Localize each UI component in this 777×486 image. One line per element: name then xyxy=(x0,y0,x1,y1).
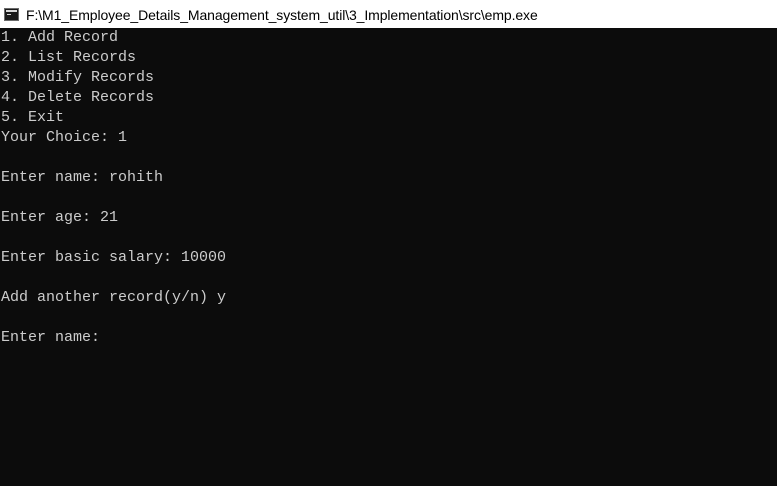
console-app-icon[interactable] xyxy=(4,8,19,21)
console-window: F:\M1_Employee_Details_Management_system… xyxy=(0,0,777,486)
menu-item-exit: 5. Exit xyxy=(1,109,65,126)
age-prompt-line: Enter age: 21 xyxy=(1,209,119,226)
window-title: F:\M1_Employee_Details_Management_system… xyxy=(26,6,538,23)
active-input-prompt-line[interactable]: Enter name: xyxy=(1,328,109,348)
menu-item-add-record: 1. Add Record xyxy=(1,29,119,46)
console-output[interactable]: 1. Add Record 2. List Records 3. Modify … xyxy=(0,28,777,486)
menu-item-delete-records: 4. Delete Records xyxy=(1,89,155,106)
name-prompt-line: Enter name: rohith xyxy=(1,169,164,186)
add-another-prompt-line: Add another record(y/n) y xyxy=(1,289,227,306)
salary-prompt-line: Enter basic salary: 10000 xyxy=(1,249,227,266)
title-bar[interactable]: F:\M1_Employee_Details_Management_system… xyxy=(0,0,777,29)
choice-prompt-line: Your Choice: 1 xyxy=(1,129,128,146)
menu-item-list-records: 2. List Records xyxy=(1,49,137,66)
menu-item-modify-records: 3. Modify Records xyxy=(1,69,155,86)
